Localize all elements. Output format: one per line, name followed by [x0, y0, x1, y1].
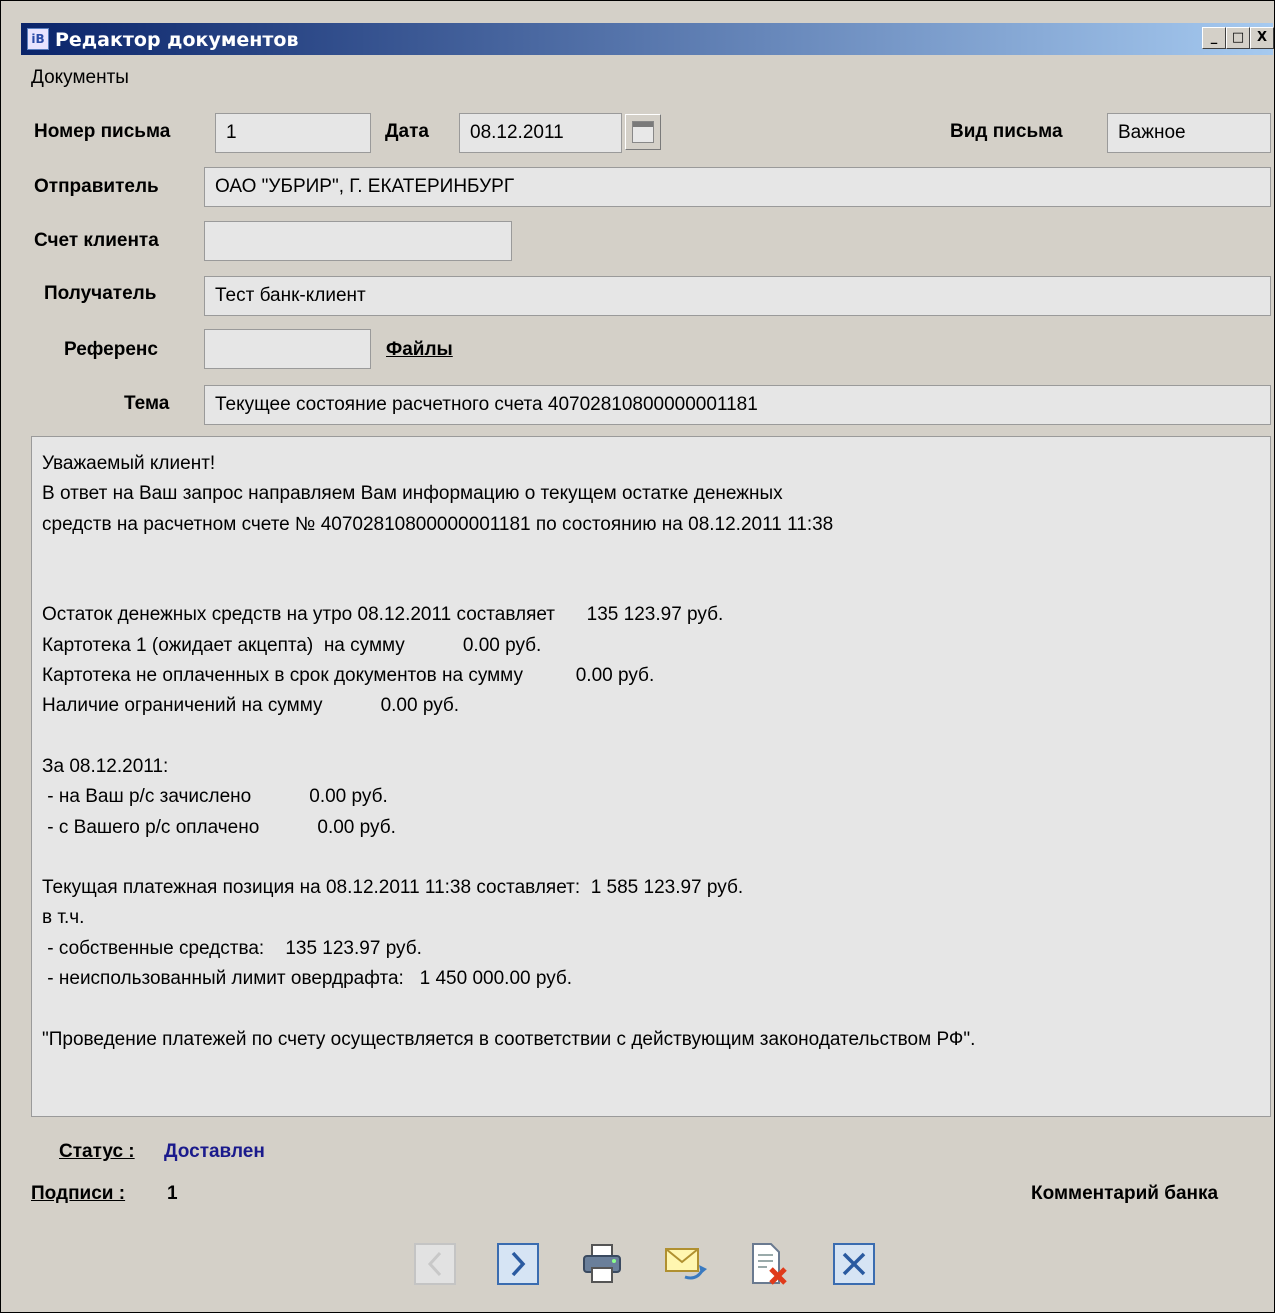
body-line: В ответ на Ваш запрос направляем Вам инф…	[42, 483, 783, 505]
next-button[interactable]	[495, 1241, 541, 1287]
number-field[interactable]: 1	[215, 113, 371, 153]
account-field[interactable]	[204, 221, 512, 261]
close-window-button[interactable]: X	[1250, 27, 1274, 49]
body-line	[42, 722, 1270, 752]
body-line: Уважаемый клиент!	[42, 453, 216, 474]
reference-label: Референс	[64, 339, 158, 360]
sender-label: Отправитель	[34, 176, 159, 197]
body-line: - на Ваш р/с зачислено 0.00 руб.	[42, 786, 388, 808]
signatures-value: 1	[167, 1183, 178, 1204]
body-line: Картотека не оплаченных в срок документо…	[42, 665, 655, 687]
prev-icon	[414, 1243, 456, 1285]
files-link[interactable]: Файлы	[386, 339, 453, 361]
document-editor-window: iB Редактор документов _ □ X Документы Н…	[0, 0, 1275, 1313]
reply-button[interactable]	[663, 1241, 709, 1287]
date-label: Дата	[385, 121, 429, 142]
body-line: - с Вашего р/с оплачено 0.00 руб.	[42, 816, 396, 838]
window-title: Редактор документов	[55, 29, 299, 51]
body-line: - неиспользованный лимит овердрафта: 1 4…	[42, 968, 573, 990]
subject-field[interactable]: Текущее состояние расчетного счета 40702…	[204, 385, 1271, 425]
signatures-label[interactable]: Подписи :	[31, 1183, 125, 1205]
body-line: средств на расчетном счете № 40702810800…	[42, 513, 834, 535]
recipient-label: Получатель	[44, 283, 157, 304]
type-label: Вид письма	[950, 121, 1063, 142]
number-label: Номер письма	[34, 121, 171, 142]
app-icon: iB	[27, 28, 49, 50]
body-line	[42, 843, 1270, 873]
body-line: За 08.12.2011:	[42, 755, 169, 777]
minimize-button[interactable]: _	[1202, 27, 1226, 49]
recipient-field[interactable]: Тест банк-клиент	[204, 276, 1271, 316]
body-line	[42, 994, 1270, 1024]
type-field[interactable]: Важное	[1107, 113, 1271, 153]
close-icon	[833, 1243, 875, 1285]
status-value: Доставлен	[164, 1141, 265, 1162]
date-field[interactable]: 08.12.2011	[459, 113, 622, 153]
body-line: "Проведение платежей по счету осуществля…	[42, 1028, 976, 1050]
body-line: - собственные средства: 135 123.97 руб.	[42, 937, 422, 959]
menu-documents[interactable]: Документы	[31, 67, 129, 89]
body-line	[42, 570, 1270, 600]
account-label: Счет клиента	[34, 230, 159, 251]
print-button[interactable]	[579, 1241, 625, 1287]
title-bar[interactable]: iB Редактор документов _ □ X	[21, 23, 1274, 55]
calendar-button[interactable]	[625, 114, 661, 150]
bank-comment-label[interactable]: Комментарий банка	[1031, 1183, 1218, 1205]
delete-document-button[interactable]	[745, 1241, 791, 1287]
body-line: Остаток денежных средств на утро 08.12.2…	[42, 604, 724, 626]
next-icon	[497, 1243, 539, 1285]
sender-field[interactable]: ОАО "УБРИР", Г. ЕКАТЕРИНБУРГ	[204, 167, 1271, 207]
calendar-icon	[632, 121, 654, 143]
prev-button[interactable]	[412, 1241, 458, 1287]
delete-document-icon	[752, 1243, 787, 1285]
body-line: Текущая платежная позиция на 08.12.2011 …	[42, 877, 744, 899]
reference-field[interactable]	[204, 329, 371, 369]
body-line: в т.ч.	[42, 907, 85, 929]
envelope-reply-icon	[665, 1248, 707, 1280]
maximize-button[interactable]: □	[1226, 27, 1250, 49]
body-line: Картотека 1 (ожидает акцепта) на сумму 0…	[42, 634, 542, 656]
printer-icon	[583, 1244, 621, 1283]
message-body[interactable]: Уважаемый клиент! В ответ на Ваш запрос н…	[31, 436, 1271, 1117]
body-line	[42, 540, 1270, 570]
body-line: Наличие ограничений на сумму 0.00 руб.	[42, 695, 460, 717]
status-label: Статус :	[59, 1141, 135, 1162]
subject-label: Тема	[124, 393, 170, 414]
close-editor-button[interactable]	[831, 1241, 877, 1287]
